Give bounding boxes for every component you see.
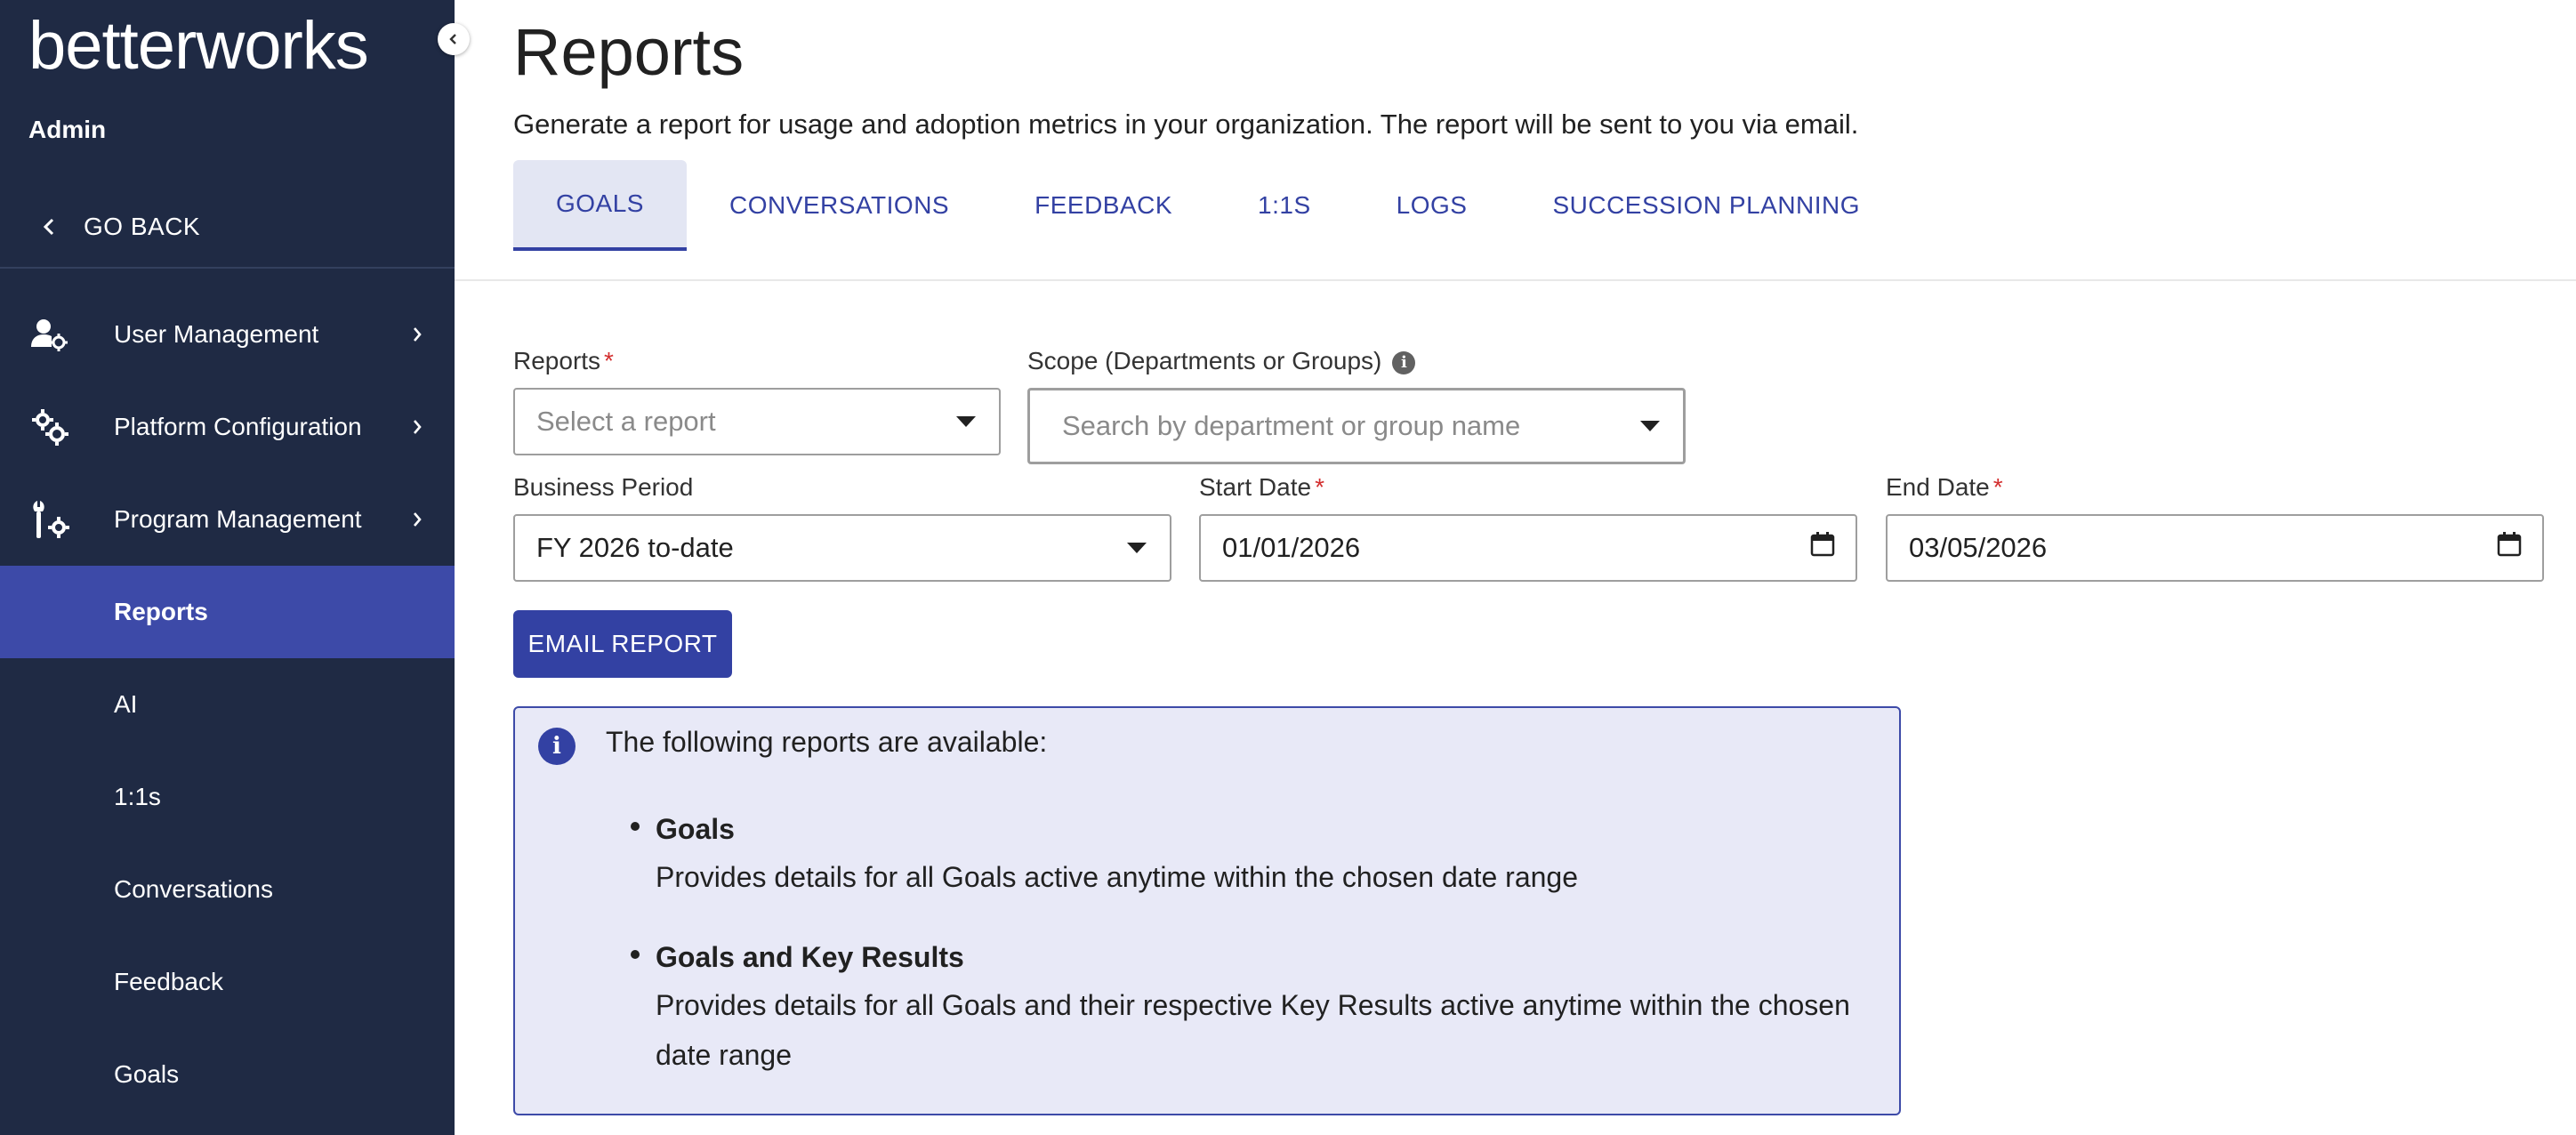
tab-succession-planning[interactable]: SUCCESSION PLANNING (1509, 160, 1903, 251)
sidebar-item-feedback[interactable]: Feedback (0, 936, 455, 1028)
page-subtitle: Generate a report for usage and adoption… (513, 109, 1859, 140)
end-date-label-text: End Date (1886, 473, 1990, 501)
business-period-value: FY 2026 to-date (536, 532, 734, 563)
sidebar-item-label: 1:1s (114, 783, 161, 810)
sidebar-item-label: Reports (114, 598, 208, 625)
info-icon: i (538, 728, 576, 765)
report-description: Provides details for all Goals and their… (656, 989, 1850, 1071)
chevron-right-icon (412, 418, 423, 436)
sidebar-item-user-management[interactable]: User Management (0, 288, 455, 381)
info-icon[interactable]: i (1392, 350, 1416, 374)
start-date-input[interactable]: 01/01/2026 (1199, 514, 1857, 582)
chevron-right-icon (412, 511, 423, 528)
list-item: Goals and Key Results Provides details f… (631, 934, 1883, 1080)
tab-logs[interactable]: LOGS (1354, 160, 1510, 251)
main-content: Reports Generate a report for usage and … (455, 0, 2576, 1135)
report-list: Goals Provides details for all Goals act… (631, 806, 1883, 1112)
gears-icon (28, 406, 71, 448)
sidebar: betterworks Admin GO BACK User Managemen… (0, 0, 470, 1135)
chevron-left-icon (449, 34, 456, 44)
end-date-input[interactable]: 03/05/2026 (1886, 514, 2544, 582)
required-mark: * (1315, 473, 1324, 501)
logo: betterworks (28, 8, 369, 84)
list-item: Goals Provides details for all Goals act… (631, 806, 1883, 902)
email-report-button[interactable]: EMAIL REPORT (513, 610, 732, 678)
reports-label-text: Reports (513, 347, 601, 374)
go-back-link[interactable]: GO BACK (0, 187, 455, 269)
required-mark: * (1992, 473, 2003, 501)
required-mark: * (604, 347, 614, 374)
sidebar-item-1on1s[interactable]: 1:1s (0, 751, 455, 843)
tab-1on1s[interactable]: 1:1S (1215, 160, 1354, 251)
scope-select-placeholder: Search by department or group name (1062, 410, 1521, 441)
report-title: Goals and Key Results (656, 941, 964, 973)
sidebar-item-goals[interactable]: Goals (0, 1028, 455, 1121)
info-intro: The following reports are available: (606, 726, 1048, 758)
sidebar-item-label: User Management (114, 320, 319, 348)
reports-label: Reports * (513, 347, 614, 375)
business-period-select[interactable]: FY 2026 to-date (513, 514, 1171, 582)
report-description: Provides details for all Goals active an… (656, 861, 1578, 893)
scope-label-text: Scope (Departments or Groups) (1027, 347, 1382, 374)
tab-feedback[interactable]: FEEDBACK (992, 160, 1215, 251)
start-date-label: Start Date * (1199, 473, 1324, 502)
scope-search-select[interactable]: Search by department or group name (1027, 388, 1686, 464)
section-label: Admin (28, 116, 107, 143)
reports-select-placeholder: Select a report (536, 406, 716, 437)
report-title: Goals (656, 813, 735, 845)
calendar-icon[interactable] (2496, 531, 2523, 565)
sidebar-item-reports[interactable]: Reports (0, 566, 455, 658)
end-date-label: End Date * (1886, 473, 2003, 502)
business-period-label: Business Period (513, 473, 694, 501)
tools-icon (28, 498, 71, 541)
sidebar-item-conversations[interactable]: Conversations (0, 843, 455, 936)
sidebar-item-label: Goals (114, 1060, 180, 1088)
caret-down-icon (1127, 543, 1147, 553)
chevron-right-icon (412, 326, 423, 343)
user-settings-icon (28, 313, 71, 356)
scope-label: Scope (Departments or Groups) i (1027, 347, 1416, 375)
caret-down-icon (1640, 421, 1660, 431)
end-date-value: 03/05/2026 (1909, 532, 2048, 563)
start-date-value: 01/01/2026 (1222, 532, 1361, 563)
tab-conversations[interactable]: CONVERSATIONS (687, 160, 992, 251)
divider (455, 279, 2576, 281)
tab-goals[interactable]: GOALS (513, 160, 687, 251)
start-date-label-text: Start Date (1199, 473, 1312, 501)
sidebar-item-platform-configuration[interactable]: Platform Configuration (0, 381, 455, 473)
sidebar-item-label: Feedback (114, 968, 223, 995)
available-reports-info: i The following reports are available: G… (513, 706, 1901, 1115)
caret-down-icon (956, 416, 976, 427)
page-title: Reports (513, 15, 745, 89)
calendar-icon[interactable] (1809, 531, 1836, 565)
sidebar-item-ai[interactable]: AI (0, 658, 455, 751)
chevron-left-icon (41, 216, 64, 237)
report-tabs: GOALS CONVERSATIONS FEEDBACK 1:1S LOGS S… (513, 160, 1903, 251)
sidebar-item-label: AI (114, 690, 138, 718)
reports-select[interactable]: Select a report (513, 388, 1001, 455)
sidebar-item-program-management[interactable]: Program Management (0, 473, 455, 566)
sidebar-item-label: Platform Configuration (114, 413, 362, 440)
sidebar-item-label: Conversations (114, 875, 273, 903)
collapse-sidebar-button[interactable] (438, 23, 470, 55)
go-back-label: GO BACK (84, 213, 201, 240)
sidebar-item-label: Program Management (114, 505, 362, 533)
